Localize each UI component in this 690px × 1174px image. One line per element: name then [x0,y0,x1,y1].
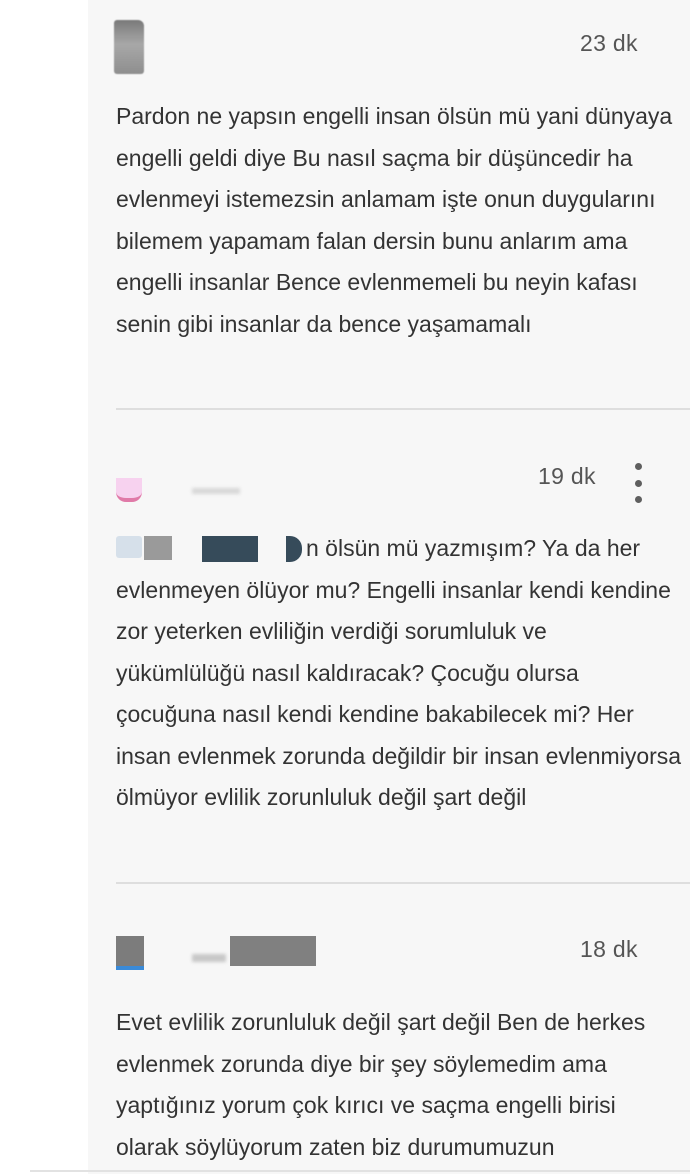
comment-timestamp: 19 dk [538,463,596,489]
avatar[interactable] [114,20,144,74]
redacted-username [230,936,316,966]
comment-text: n ölsün mü yazmışım? Ya da her evlenmeye… [116,535,682,810]
comment-item: 19 dk n ölsün mü yazmışım? Ya da her evl… [88,410,690,884]
more-vertical-icon [634,463,642,470]
more-options-button[interactable] [626,463,650,503]
redacted-username [192,488,240,494]
comment-text: Pardon ne yapsın engelli insan ölsün mü … [116,103,673,337]
comment-item: 23 dk Pardon ne yapsın engelli insan öls… [88,0,690,410]
avatar[interactable] [116,478,142,502]
comment-text: Evet evlilik zorunluluk değil şart değil… [116,1009,646,1160]
comment-timestamp: 23 dk [580,30,638,56]
redacted-username [192,954,226,962]
comment-timestamp: 18 dk [580,936,638,962]
more-vertical-icon [634,479,642,487]
avatar[interactable] [116,936,144,970]
left-gutter [0,0,88,1174]
bottom-divider [30,1170,690,1172]
comment-item: 18 dk Evet evlilik zorunluluk değil şart… [88,884,690,1174]
more-vertical-icon [634,496,642,503]
comment-feed[interactable]: 23 dk Pardon ne yapsın engelli insan öls… [88,0,690,1174]
